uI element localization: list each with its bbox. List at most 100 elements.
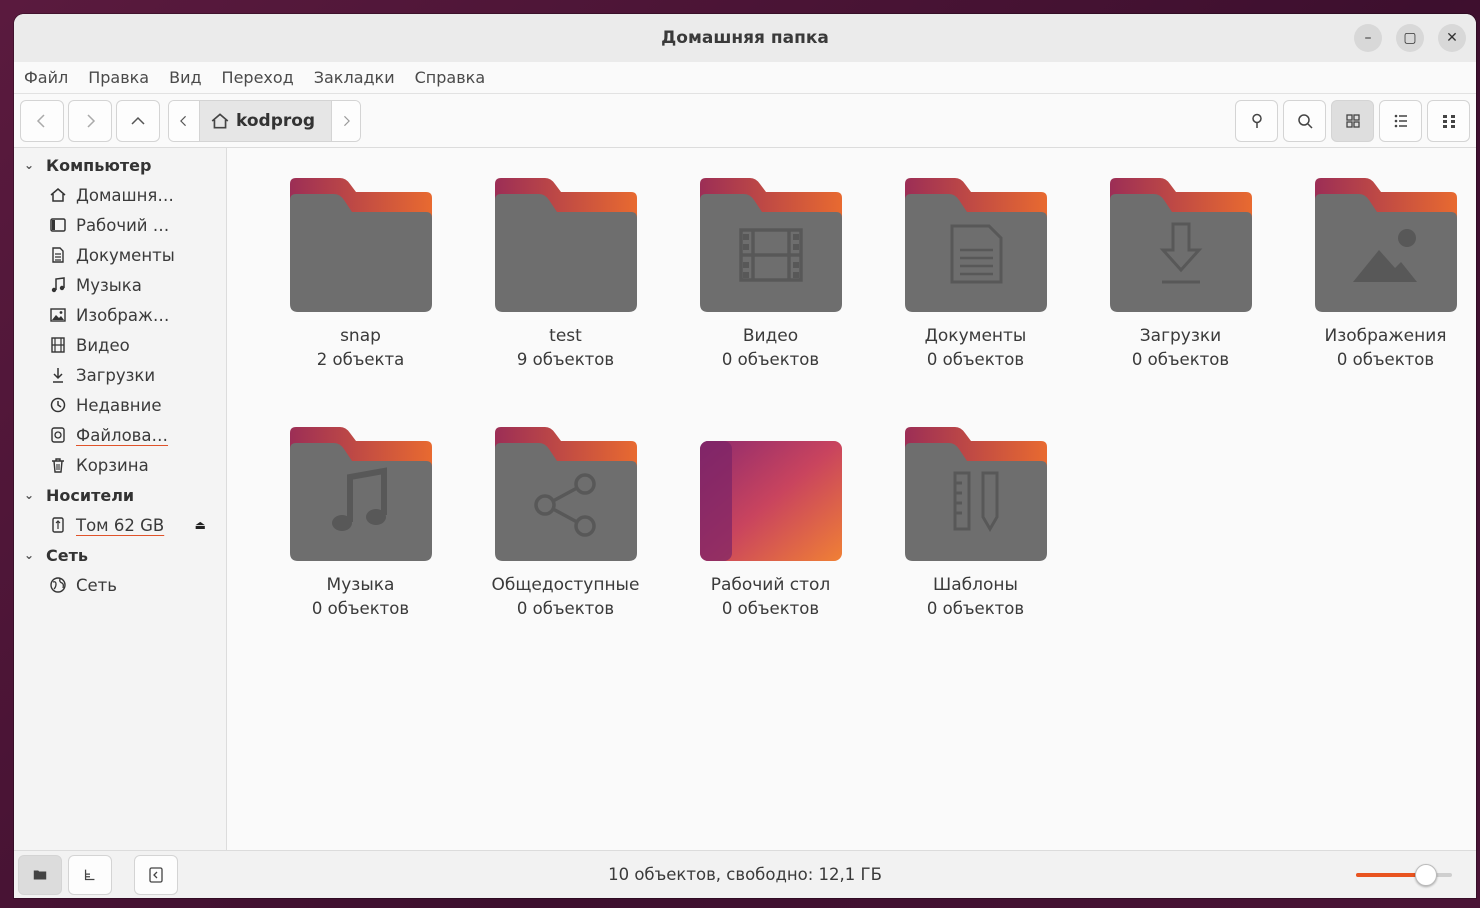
sidebar-item-downloads[interactable]: Загрузки bbox=[14, 360, 226, 390]
chevron-left-icon bbox=[36, 113, 45, 128]
file-item[interactable]: Музыка 0 объектов bbox=[258, 427, 463, 618]
window-title: Домашняя папка bbox=[661, 28, 829, 48]
location-button[interactable] bbox=[1235, 100, 1278, 142]
close-button[interactable]: ✕ bbox=[1438, 24, 1466, 52]
titlebar: Домашняя папка – ▢ ✕ bbox=[14, 14, 1476, 62]
sidebar-item-trash[interactable]: Корзина bbox=[14, 450, 226, 480]
status-text: 10 объектов, свободно: 12,1 ГБ bbox=[608, 865, 882, 884]
menu-edit[interactable]: Правка bbox=[88, 68, 149, 87]
chevron-down-icon: ⌄ bbox=[24, 488, 35, 502]
sidebar-item-videos[interactable]: Видео bbox=[14, 330, 226, 360]
list-view-icon bbox=[1394, 114, 1407, 128]
network-icon bbox=[48, 575, 68, 595]
menu-go[interactable]: Переход bbox=[222, 68, 294, 87]
menu-help[interactable]: Справка bbox=[415, 68, 486, 87]
path-scroll-left-button[interactable] bbox=[169, 100, 199, 141]
eject-icon[interactable]: ⏏ bbox=[195, 518, 206, 532]
video-icon bbox=[48, 335, 68, 355]
file-item[interactable]: Шаблоны 0 объектов bbox=[873, 427, 1078, 618]
sidebar-item-music[interactable]: Музыка bbox=[14, 270, 226, 300]
search-icon bbox=[1297, 114, 1313, 129]
chevron-down-icon: ⌄ bbox=[24, 548, 35, 562]
location-pin-icon bbox=[1251, 113, 1262, 128]
view-options-icon bbox=[1442, 115, 1455, 128]
trash-icon bbox=[48, 455, 68, 475]
home-icon bbox=[211, 112, 229, 128]
desktop-folder-icon bbox=[699, 427, 842, 561]
zoom-slider-handle[interactable] bbox=[1415, 864, 1438, 886]
search-button[interactable] bbox=[1283, 100, 1326, 142]
sidebar-item-desktop[interactable]: Рабочий … bbox=[14, 210, 226, 240]
file-item[interactable]: Видео 0 объектов bbox=[668, 178, 873, 369]
sidebar-section-computer[interactable]: ⌄ Компьютер bbox=[14, 150, 226, 180]
sidebar: ⌄ Компьютер Домашня… Рабочий … Документы … bbox=[14, 148, 227, 850]
file-manager-window: Домашняя папка – ▢ ✕ Файл Правка Вид Пер… bbox=[14, 14, 1476, 898]
sidebar-item-label: Недавние bbox=[76, 395, 162, 415]
grid-view-button[interactable] bbox=[1331, 100, 1374, 142]
sidebar-item-label: Музыка bbox=[76, 275, 142, 295]
sidebar-item-home[interactable]: Домашня… bbox=[14, 180, 226, 210]
menu-view[interactable]: Вид bbox=[169, 68, 201, 87]
sidebar-item-network[interactable]: Сеть bbox=[14, 570, 226, 600]
zoom-slider[interactable] bbox=[1356, 863, 1452, 887]
sidebar-item-recent[interactable]: Недавние bbox=[14, 390, 226, 420]
view-options-button[interactable] bbox=[1427, 100, 1470, 142]
file-name: Шаблоны bbox=[933, 575, 1018, 595]
sidebar-section-network[interactable]: ⌄ Сеть bbox=[14, 540, 226, 570]
sidebar-section-devices[interactable]: ⌄ Носители bbox=[14, 480, 226, 510]
sidebar-item-label: Изображ… bbox=[76, 305, 170, 325]
grid-view-icon bbox=[1345, 114, 1360, 128]
file-item[interactable]: Общедоступные 0 объектов bbox=[463, 427, 668, 618]
sidebar-item-label: Видео bbox=[76, 335, 130, 355]
usb-drive-icon bbox=[48, 515, 68, 535]
sidebar-item-label: Корзина bbox=[76, 455, 149, 475]
file-name: Рабочий стол bbox=[710, 575, 831, 595]
close-icon: ✕ bbox=[1446, 30, 1458, 46]
forward-button[interactable] bbox=[68, 99, 112, 142]
download-folder-icon bbox=[1109, 178, 1252, 312]
file-item-count: 0 объектов bbox=[721, 599, 820, 618]
share-folder-icon bbox=[494, 427, 637, 561]
path-segment-home[interactable]: kodprog bbox=[199, 100, 333, 141]
file-item-count: 0 объектов bbox=[1336, 350, 1435, 369]
file-name: Музыка bbox=[326, 575, 395, 595]
sidebar-item-volume[interactable]: Том 62 GB ⏏ bbox=[14, 510, 226, 540]
document-icon bbox=[48, 245, 68, 265]
menu-file[interactable]: Файл bbox=[24, 68, 68, 87]
file-item-count: 2 объекта bbox=[316, 350, 405, 369]
file-name: test bbox=[549, 326, 582, 346]
file-item[interactable]: test 9 объектов bbox=[463, 178, 668, 369]
file-item[interactable]: Документы 0 объектов bbox=[873, 178, 1078, 369]
image-folder-icon bbox=[1314, 178, 1457, 312]
sidebar-item-label: Рабочий … bbox=[76, 215, 170, 235]
file-item[interactable]: Рабочий стол 0 объектов bbox=[668, 427, 873, 618]
pathbar: kodprog bbox=[168, 99, 362, 142]
desktop-icon bbox=[48, 215, 68, 235]
chevron-right-icon bbox=[87, 113, 96, 128]
maximize-icon: ▢ bbox=[1403, 30, 1417, 46]
sidebar-item-documents[interactable]: Документы bbox=[14, 240, 226, 270]
file-name: Загрузки bbox=[1139, 326, 1222, 346]
toolbar: kodprog bbox=[14, 94, 1476, 148]
menubar: Файл Правка Вид Переход Закладки Справка bbox=[14, 62, 1476, 94]
path-scroll-right-button[interactable] bbox=[332, 100, 361, 141]
file-item-count: 9 объектов bbox=[516, 350, 615, 369]
list-view-button[interactable] bbox=[1379, 100, 1422, 142]
file-item[interactable]: snap 2 объекта bbox=[258, 178, 463, 369]
sidebar-item-pictures[interactable]: Изображ… bbox=[14, 300, 226, 330]
chevron-right-icon bbox=[344, 115, 351, 126]
back-button[interactable] bbox=[20, 99, 64, 142]
menu-bookmarks[interactable]: Закладки bbox=[314, 68, 395, 87]
minimize-button[interactable]: – bbox=[1354, 24, 1382, 52]
file-name: Документы bbox=[924, 326, 1027, 346]
sidebar-item-filesystem[interactable]: Файлова… bbox=[14, 420, 226, 450]
maximize-button[interactable]: ▢ bbox=[1396, 24, 1424, 52]
file-name: Общедоступные bbox=[491, 575, 640, 595]
file-item[interactable]: Изображения 0 объектов bbox=[1283, 178, 1476, 369]
file-item-count: 0 объектов bbox=[926, 350, 1025, 369]
image-icon bbox=[48, 305, 68, 325]
folder-icon bbox=[289, 178, 432, 312]
recent-icon bbox=[48, 395, 68, 415]
up-button[interactable] bbox=[116, 99, 160, 142]
file-item[interactable]: Загрузки 0 объектов bbox=[1078, 178, 1283, 369]
